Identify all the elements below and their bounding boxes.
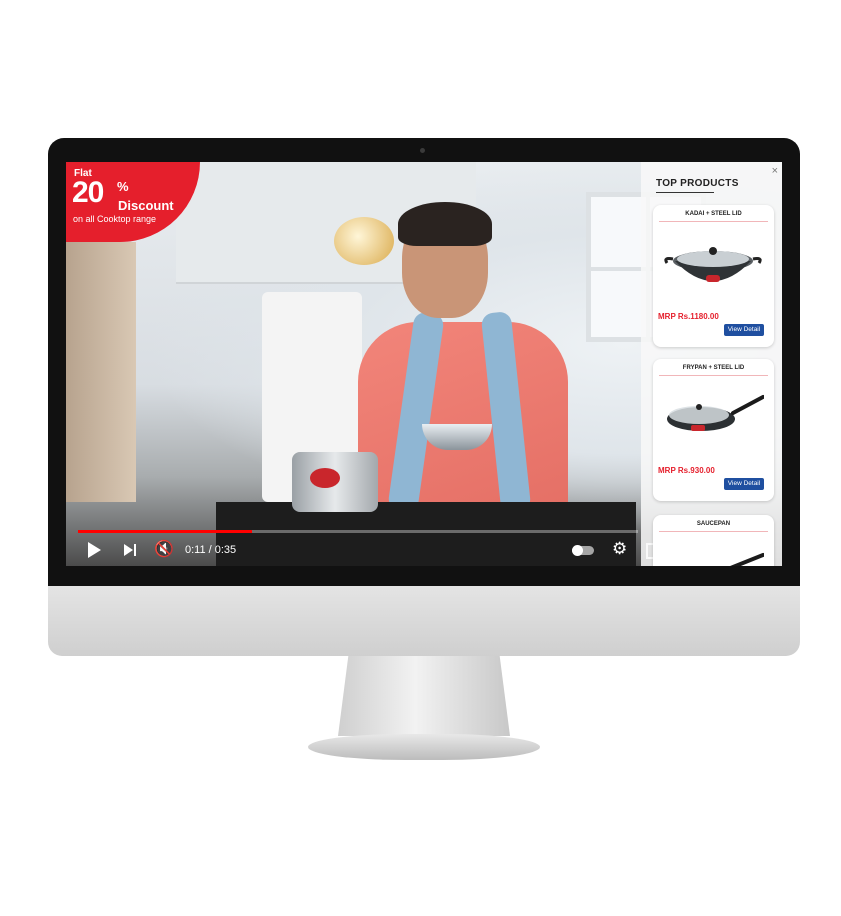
next-icon[interactable] [124,544,137,557]
gear-icon[interactable]: ⚙ [612,540,627,558]
product-name: KADAI + STEEL LID [685,211,742,217]
scene-cooker-logo [310,468,340,488]
monitor-stand-base [308,734,540,760]
time-display: 0:11 / 0:35 [185,544,237,556]
mute-icon[interactable]: 🔇 [154,541,174,559]
badge-word: Discount [118,198,174,213]
product-card[interactable]: KADAI + STEEL LID MRP Rs.1180.00 View De… [653,205,774,347]
product-card[interactable]: SAUCEPAN [653,515,774,566]
frypan-product-image[interactable] [663,385,764,445]
card-separator [659,375,768,376]
saucepan-product-image[interactable] [663,541,764,566]
badge-subtitle: on all Cooktop range [73,214,157,224]
monitor-stand-neck [338,656,510,736]
kadai-product-image[interactable] [663,231,764,291]
product-name: FRYPAN + STEEL LID [682,365,745,371]
autoplay-toggle-icon[interactable] [572,545,594,556]
panel-title: TOP PRODUCTS [656,178,739,189]
view-detail-button[interactable]: View Detail [724,324,764,336]
product-price: MRP Rs.1180.00 [658,312,719,321]
player-controls: 🔇 0:11 / 0:35 ⚙ [66,536,658,566]
monitor-chin [48,586,800,656]
progress-fill [78,530,252,533]
product-price: MRP Rs.930.00 [658,466,715,475]
video-player[interactable]: Flat 20 % Discount on all Cooktop range … [66,162,782,566]
product-card[interactable]: FRYPAN + STEEL LID MRP Rs.930.00 View De… [653,359,774,501]
progress-bar[interactable] [78,530,638,533]
scene-shelf [66,242,136,502]
close-icon[interactable]: × [772,165,778,177]
top-products-panel: × TOP PRODUCTS KADAI + STEEL LID MRP Rs.… [641,162,782,566]
play-icon[interactable] [88,542,101,558]
panel-title-underline [656,192,714,193]
scene-lamp [334,217,394,265]
card-separator [659,531,768,532]
webcam [420,148,425,153]
badge-number: 20 [72,176,104,209]
scene-hair [398,202,492,246]
card-separator [659,221,768,222]
badge-percent: % [117,179,129,194]
view-detail-button[interactable]: View Detail [724,478,764,490]
product-name: SAUCEPAN [696,521,731,527]
